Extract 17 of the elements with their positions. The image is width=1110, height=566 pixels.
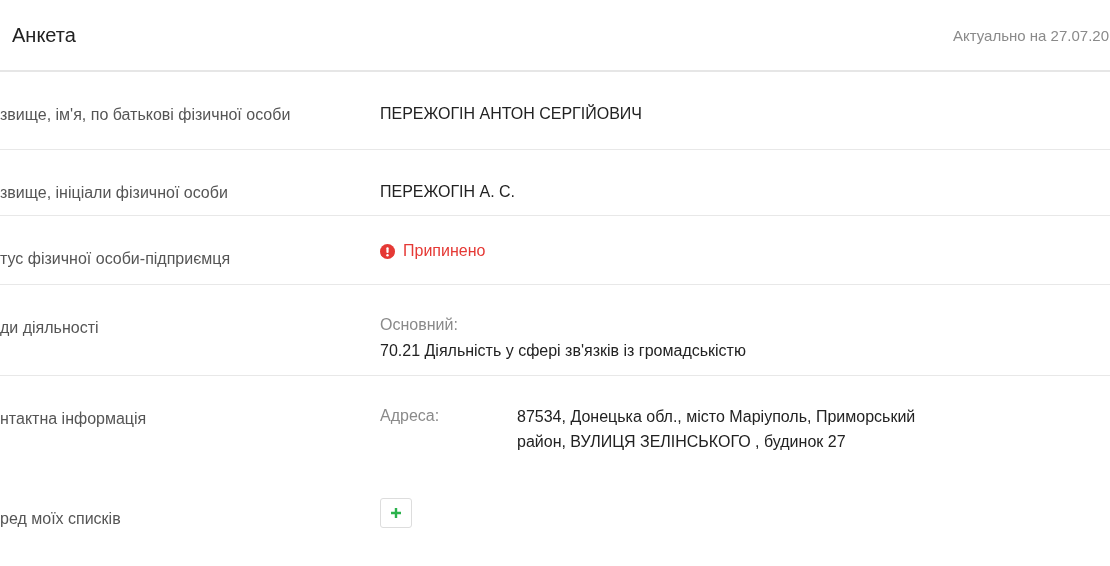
field-label: звище, ініціали фізичної особи (0, 184, 229, 202)
plus-icon (390, 507, 402, 519)
field-label: нтактна інформація (0, 410, 148, 428)
field-label: звище, ім'я, по батькові фізичної особи (0, 106, 292, 124)
field-value: ПЕРЕЖОГІН А. С. (380, 182, 516, 202)
status-text: Припинено (403, 242, 486, 260)
field-label: ди діяльності (0, 319, 100, 337)
field-value: ПЕРЕЖОГІН АНТОН СЕРГІЙОВИЧ (380, 103, 642, 124)
field-caption: Основний: (380, 315, 459, 335)
add-button[interactable] (380, 498, 412, 528)
field-value: 70.21 Діяльність у сфері зв'язків із громадськістю (380, 341, 746, 361)
page-title: Анкета (12, 23, 76, 47)
address-value: 87534, Донецька обл., місто Маріуполь, Приморський район, ВУЛИЦЯ ЗЕЛІНСЬКОГО , будинок 27 (517, 407, 917, 452)
field-label: ред моїх списків (0, 510, 122, 528)
field-caption: Адреса: (380, 406, 441, 426)
updated-date: Актуально на 27.07.20 (953, 26, 1109, 44)
field-label: тус фізичної особи-підприємця (0, 250, 232, 268)
